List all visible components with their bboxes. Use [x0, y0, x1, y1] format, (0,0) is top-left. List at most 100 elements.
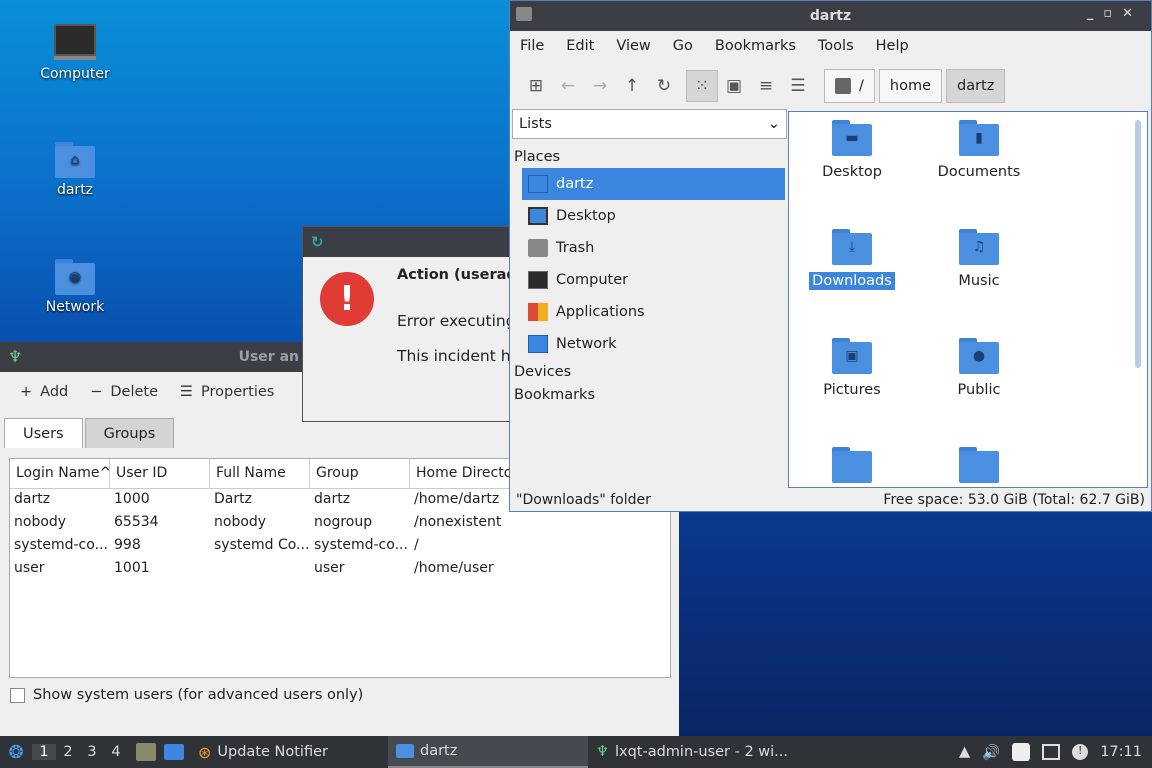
folder-icon: ♫	[959, 229, 999, 265]
app-icon: ♆	[8, 347, 23, 366]
desktop-icon-label: Network	[45, 299, 105, 315]
workspace-3[interactable]: 3	[80, 744, 104, 760]
table-cell: Dartz	[214, 491, 252, 507]
table-row[interactable]: systemd-co... 998 systemd Co... systemd-co.…	[10, 535, 670, 558]
breadcrumb-root[interactable]: /	[824, 69, 875, 103]
place-dartz[interactable]: dartz	[522, 168, 785, 200]
place-computer[interactable]: Computer	[522, 264, 785, 296]
devices-header[interactable]: Devices	[512, 360, 787, 383]
place-network[interactable]: Network	[522, 328, 785, 360]
table-cell: dartz	[314, 491, 351, 507]
menu-view[interactable]: View	[616, 38, 650, 54]
column-group[interactable]: Group	[310, 459, 410, 488]
icon-view-icon[interactable]: ⁙	[686, 70, 718, 102]
desktop-icon-home[interactable]: ⌂ dartz	[25, 142, 125, 198]
column-login-name[interactable]: Login Name^	[10, 459, 110, 488]
forward-icon[interactable]: →	[584, 70, 616, 102]
applications-icon	[528, 303, 548, 321]
reload-icon[interactable]: ↻	[648, 70, 680, 102]
new-tab-icon[interactable]: ⊞	[520, 70, 552, 102]
menu-help[interactable]: Help	[876, 38, 909, 54]
desktop-icon-network[interactable]: ◉ Network	[25, 259, 125, 315]
show-desktop-icon[interactable]	[164, 744, 184, 760]
file-manager-launcher-icon[interactable]	[136, 743, 156, 761]
detail-view-icon[interactable]: ☰	[782, 70, 814, 102]
file-item[interactable]: ▣ Pictures	[797, 338, 907, 398]
properties-button[interactable]: ☰ Properties	[180, 384, 274, 400]
status-selection: "Downloads" folder	[516, 492, 651, 508]
dialog-titlebar[interactable]: ↻	[303, 227, 513, 257]
tray-up-icon[interactable]: ▲	[959, 744, 970, 760]
maximize-icon[interactable]: ▫	[1103, 6, 1122, 21]
dialog-message-1: Error executing	[397, 312, 516, 330]
file-view: ▬ Desktop ▮ Documents ⤓ Downloads ♫ Music ▣ Pictu…	[788, 111, 1148, 488]
file-item[interactable]	[797, 447, 907, 487]
back-icon[interactable]: ←	[552, 70, 584, 102]
tab-groups[interactable]: Groups	[84, 418, 175, 448]
menu-edit[interactable]: Edit	[566, 38, 594, 54]
column-full-name[interactable]: Full Name	[210, 459, 310, 488]
start-menu-icon[interactable]: ❂	[0, 742, 32, 763]
task-dartz[interactable]: dartz	[387, 736, 588, 768]
task-update-notifier[interactable]: ⊛ Update Notifier	[190, 736, 336, 768]
file-item[interactable]: ▬ Desktop	[797, 120, 907, 180]
add-button[interactable]: + Add	[20, 384, 68, 400]
column-user-id[interactable]: User ID	[110, 459, 210, 488]
update-notifier-icon: ⊛	[198, 742, 212, 762]
file-item[interactable]: ▮ Documents	[924, 120, 1034, 180]
app-icon: ♆	[595, 744, 609, 760]
menu-bookmarks[interactable]: Bookmarks	[715, 38, 796, 54]
minimize-icon[interactable]: _	[1087, 6, 1104, 21]
volume-icon[interactable]: 🔊	[982, 744, 1000, 761]
place-applications[interactable]: Applications	[522, 296, 785, 328]
compact-view-icon[interactable]: ≡	[750, 70, 782, 102]
place-trash[interactable]: Trash	[522, 232, 785, 264]
thumbnail-view-icon[interactable]: ▣	[718, 70, 750, 102]
workspace-1[interactable]: 1	[32, 744, 56, 760]
close-icon[interactable]: ✕	[1122, 6, 1143, 21]
places-list: dartz Desktop Trash Computer Applications Net…	[512, 168, 787, 360]
show-system-users-checkbox[interactable]	[10, 687, 25, 703]
file-item[interactable]: ⤓ Downloads	[797, 229, 907, 290]
fm-toolbar: ⊞ ← → ↑ ↻ ⁙ ▣ ≡ ☰ / home dartz	[510, 61, 1151, 111]
scrollbar[interactable]	[1135, 120, 1141, 368]
table-cell: 998	[114, 537, 141, 553]
table-row[interactable]: user 1001 user/home/user	[10, 558, 670, 581]
place-desktop[interactable]: Desktop	[522, 200, 785, 232]
file-label: Pictures	[823, 382, 881, 398]
menu-tools[interactable]: Tools	[818, 38, 854, 54]
file-item[interactable]: ● Public	[924, 338, 1034, 398]
fm-titlebar[interactable]: dartz _▫✕	[510, 1, 1151, 31]
show-system-users[interactable]: Show system users (for advanced users on…	[10, 687, 363, 703]
drive-icon	[835, 78, 851, 94]
breadcrumb-dartz[interactable]: dartz	[946, 69, 1006, 103]
menu-file[interactable]: File	[520, 38, 544, 54]
workspace-2[interactable]: 2	[56, 744, 80, 760]
table-cell: /	[414, 537, 419, 553]
clipboard-icon[interactable]	[1012, 743, 1031, 761]
menu-go[interactable]: Go	[673, 38, 693, 54]
breadcrumb-home[interactable]: home	[878, 69, 942, 103]
side-pane-select[interactable]: Lists ⌄	[512, 109, 787, 139]
up-icon[interactable]: ↑	[616, 70, 648, 102]
table-row[interactable]: nobody 65534 nobody nogroup/nonexistent	[10, 512, 670, 535]
file-item[interactable]: ♫ Music	[924, 229, 1034, 289]
workspace-4[interactable]: 4	[104, 744, 128, 760]
folder-icon: ⤓	[832, 229, 872, 265]
task-lxqt-admin-user[interactable]: ♆ lxqt-admin-user - 2 wi...	[588, 736, 796, 768]
place-label: dartz	[556, 176, 594, 192]
error-dialog: ↻ ! Action (useradd Error executing This…	[302, 226, 527, 422]
status-free-space: Free space: 53.0 GiB (Total: 62.7 GiB)	[883, 492, 1145, 508]
display-icon[interactable]	[1042, 744, 1061, 760]
file-item[interactable]	[924, 447, 1034, 487]
network-folder-icon: ◉	[55, 259, 95, 295]
notification-icon[interactable]: !	[1072, 744, 1089, 760]
folder-icon: ●	[959, 338, 999, 374]
user-tabs: Users Groups	[4, 418, 175, 448]
bookmarks-header[interactable]: Bookmarks	[512, 383, 787, 406]
desktop-icon-computer[interactable]: Computer	[25, 24, 125, 82]
folder-icon: ▬	[832, 120, 872, 156]
delete-button[interactable]: − Delete	[90, 384, 158, 400]
fm-title: dartz	[809, 8, 852, 24]
tab-users[interactable]: Users	[4, 418, 83, 448]
